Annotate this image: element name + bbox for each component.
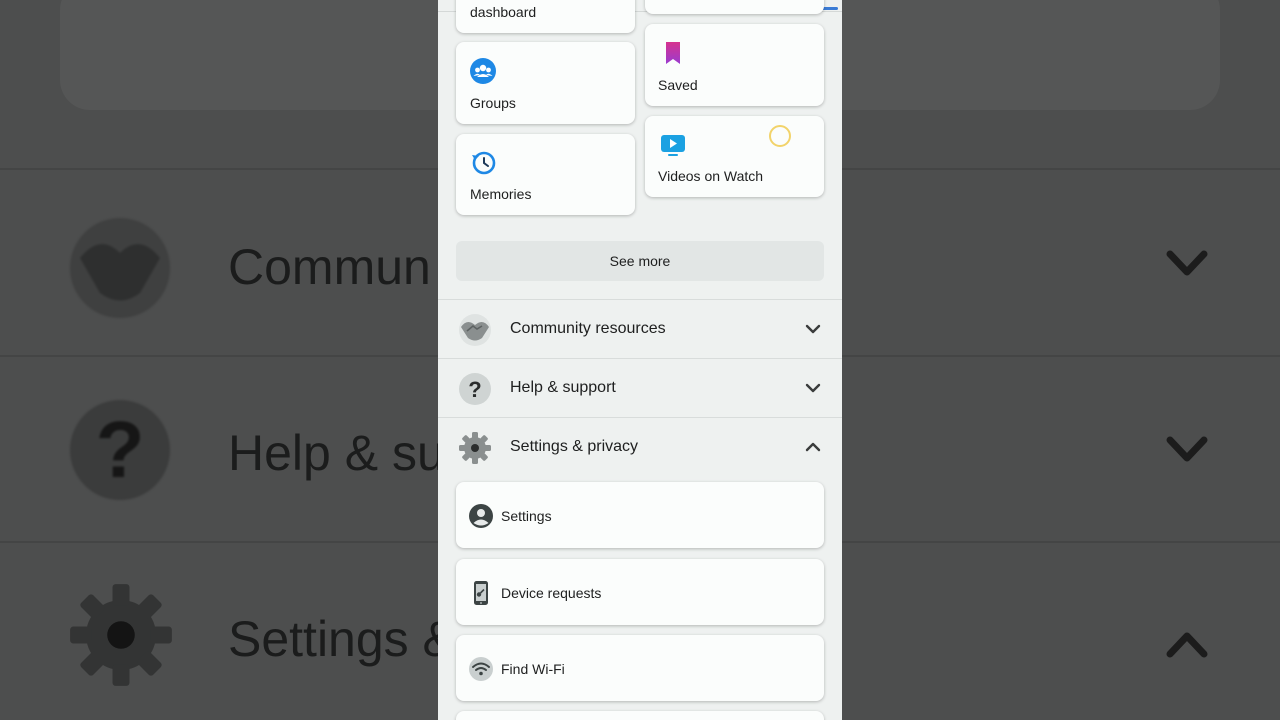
section-label: Community resources (510, 320, 666, 337)
gear-icon (459, 432, 491, 464)
watch-video-icon (661, 135, 685, 156)
wifi-icon (469, 657, 493, 681)
touch-indicator (769, 125, 791, 147)
settings-item-partial[interactable] (456, 711, 824, 720)
background-community-text: Commun (228, 239, 431, 295)
device-requests-label: Device requests (501, 585, 602, 601)
shortcut-label: Saved (658, 77, 698, 93)
shortcut-card-dashboard[interactable]: dashboard (456, 0, 635, 33)
svg-text:?: ? (468, 377, 481, 402)
help-support-row[interactable]: ? Help & support (438, 359, 842, 417)
shortcut-label: Memories (470, 186, 532, 202)
chevron-up-icon[interactable] (804, 440, 822, 454)
background-chevron-down-icon (1166, 250, 1208, 276)
section-label: Help & support (510, 379, 616, 396)
community-resources-row[interactable]: Community resources (438, 300, 842, 358)
shortcut-card-partial[interactable] (645, 0, 824, 14)
background-help-text: Help & su (228, 425, 445, 481)
chevron-down-icon[interactable] (804, 322, 822, 336)
find-wifi-label: Find Wi-Fi (501, 661, 565, 677)
background-gear-icon (70, 584, 172, 686)
phone-key-icon (474, 581, 488, 605)
account-icon (469, 504, 493, 528)
shortcut-card-groups[interactable]: Groups (456, 42, 635, 124)
device-requests-item[interactable]: Device requests (456, 559, 824, 625)
bookmark-icon (666, 42, 680, 64)
background-settings-text: Settings & (228, 611, 456, 667)
shortcut-card-saved[interactable]: Saved (645, 24, 824, 106)
shortcut-label: dashboard (470, 4, 537, 20)
settings-privacy-row[interactable]: Settings & privacy (438, 418, 842, 476)
menu-panel: dashboard Groups Saved Memories Videos o… (438, 0, 842, 720)
shortcut-card-videos-on-watch[interactable]: Videos on Watch (645, 116, 824, 197)
background-chevron-down-icon (1166, 436, 1208, 462)
shortcut-label: Videos on Watch (658, 168, 764, 184)
settings-item-label: Settings (501, 508, 552, 524)
background-chevron-up-icon (1166, 632, 1208, 658)
shortcut-label: Groups (470, 95, 516, 111)
chevron-down-icon[interactable] (804, 381, 822, 395)
background-handshake-icon (70, 218, 170, 318)
see-more-button[interactable]: See more (456, 241, 824, 281)
handshake-icon (459, 314, 491, 346)
memories-clock-icon (472, 151, 496, 175)
question-icon: ? (459, 373, 491, 405)
find-wifi-item[interactable]: Find Wi-Fi (456, 635, 824, 701)
groups-icon (470, 58, 496, 84)
shortcut-card-memories[interactable]: Memories (456, 134, 635, 215)
background-question-icon: ? (70, 400, 170, 500)
settings-item[interactable]: Settings (456, 482, 824, 548)
section-label: Settings & privacy (510, 438, 639, 455)
